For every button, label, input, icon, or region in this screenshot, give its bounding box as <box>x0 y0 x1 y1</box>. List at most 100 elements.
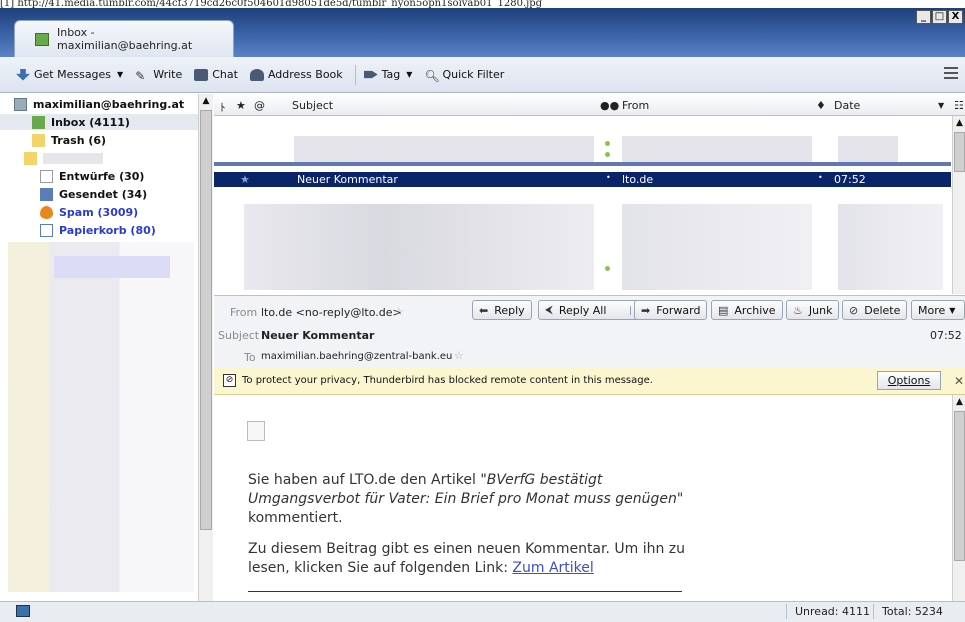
recycle-icon <box>40 224 53 237</box>
star-column-icon[interactable]: ★ <box>236 99 246 112</box>
inbox-icon <box>32 115 45 129</box>
blurred-folders <box>8 242 194 592</box>
thread-scrollbar[interactable]: ▲ <box>952 116 965 294</box>
tag-label: Tag <box>381 68 401 81</box>
get-messages-button[interactable]: Get Messages ▼ <box>16 68 123 81</box>
sort-arrow-icon[interactable]: ▼ <box>938 101 944 110</box>
close-icon[interactable]: ✕ <box>954 374 964 388</box>
attachment-column-icon[interactable]: @ <box>254 99 265 112</box>
to-value[interactable]: maximilian.baehring@zentral-bank.eu <box>261 351 452 362</box>
tab-inbox[interactable]: Inbox - maximilian@baehring.at <box>14 20 234 57</box>
junk-button[interactable]: ♨ Junk <box>786 300 840 320</box>
scroll-up-icon[interactable]: ▲ <box>953 395 965 409</box>
from-label: From <box>230 306 258 319</box>
star-icon[interactable]: ☆ <box>394 305 404 318</box>
delete-button[interactable]: ⊘ Delete <box>842 300 908 320</box>
tag-button[interactable]: Tag ▼ <box>363 68 412 81</box>
main-toolbar: Get Messages ▼ ✎ Write Chat Address Book T… <box>0 57 965 93</box>
scroll-up-icon[interactable]: ▲ <box>953 116 965 130</box>
chat-label: Chat <box>212 68 238 81</box>
body-scrollbar[interactable]: ▲ <box>952 395 965 601</box>
thread-toggle-icon[interactable]: ﾄ <box>220 99 226 115</box>
folder-account-label: maximilian@baehring.at <box>33 98 185 111</box>
archive-label: Archive <box>734 303 776 317</box>
status-bar: Unread: 4111 Total: 5234 <box>0 601 965 622</box>
table-row-selected[interactable]: ★ Neuer Kommentar • lto.de • 07:52 <box>214 172 951 187</box>
maximize-button[interactable]: □ <box>932 10 947 24</box>
folder-sent-label: Gesendet (34) <box>59 188 148 201</box>
forward-icon: ➡ <box>641 303 651 317</box>
column-from[interactable]: From <box>622 99 649 112</box>
notice-text: To protect your privacy, Thunderbird has… <box>242 375 653 386</box>
column-date[interactable]: Date <box>834 99 860 112</box>
write-button[interactable]: ✎ Write <box>135 68 183 83</box>
read-column-icon[interactable]: ●● <box>600 99 619 112</box>
scroll-thumb[interactable] <box>954 132 965 172</box>
reply-all-button[interactable]: ⮜Reply All▼ <box>538 300 648 320</box>
thread-column-header: ﾄ ★ @ Subject ●● From ♦ Date ▼ ☷ <box>214 96 965 116</box>
chat-button[interactable]: Chat <box>194 68 238 81</box>
folder-recycle[interactable]: Papierkorb (80) <box>40 224 156 237</box>
chat-icon <box>194 68 209 81</box>
blocked-content-icon: ⊘ <box>223 374 236 387</box>
read-dot-icon[interactable]: • <box>606 173 611 182</box>
archive-button[interactable]: ▤ Archive <box>711 300 783 320</box>
dropdown-arrow-icon: ▼ <box>117 70 124 79</box>
article-link[interactable]: Zum Artikel <box>512 560 593 576</box>
folder-trash[interactable]: Trash (6) <box>32 134 106 147</box>
drafts-icon <box>40 170 53 183</box>
blurred-folder-highlight <box>54 256 170 278</box>
junk-dot-icon[interactable]: • <box>818 173 823 182</box>
quick-filter-button[interactable]: 🔍︎ Quick Filter <box>424 68 504 83</box>
more-button[interactable]: More ▼ <box>911 300 965 320</box>
body-text: kommentiert. <box>248 510 343 526</box>
subject-label: Subject <box>218 329 260 342</box>
delete-icon: ⊘ <box>849 303 859 317</box>
folder-trash-label: Trash (6) <box>51 134 107 147</box>
column-picker-icon[interactable]: ☷ <box>954 99 964 112</box>
reply-label: Reply <box>494 303 525 317</box>
activity-icon[interactable] <box>16 605 30 617</box>
forward-button[interactable]: ➡ Forward <box>634 300 708 320</box>
write-label: Write <box>153 68 183 81</box>
menu-icon[interactable] <box>944 67 958 79</box>
column-subject[interactable]: Subject <box>292 99 333 112</box>
message-time: 07:52 <box>930 329 962 342</box>
star-icon[interactable]: ☆ <box>454 349 464 362</box>
delete-label: Delete <box>864 303 901 317</box>
subject-value: Neuer Kommentar <box>261 329 375 342</box>
reply-button[interactable]: ⬅ Reply <box>472 300 532 320</box>
reply-all-label: Reply All <box>558 303 607 317</box>
folder-icon <box>24 152 37 165</box>
remote-content-notice: ⊘ To protect your privacy, Thunderbird h… <box>214 368 965 395</box>
account-icon <box>14 98 27 111</box>
folder-scrollbar[interactable]: ▲ <box>198 94 213 601</box>
scroll-thumb[interactable] <box>200 110 212 530</box>
folder-drafts-label: Entwürfe (30) <box>59 170 145 183</box>
from-value[interactable]: lto.de <no-reply@lto.de> <box>261 306 402 319</box>
folder-sent[interactable]: Gesendet (34) <box>40 188 147 201</box>
star-icon[interactable]: ★ <box>240 173 250 186</box>
scroll-up-icon[interactable]: ▲ <box>199 94 213 108</box>
to-label: To <box>244 351 256 364</box>
divider <box>248 591 682 592</box>
row-date: 07:52 <box>834 173 866 186</box>
flame-icon <box>40 206 53 219</box>
close-button[interactable]: X <box>948 10 963 24</box>
scroll-thumb[interactable] <box>954 411 965 561</box>
body-paragraph-2: Zu diesem Beitrag gibt es einen neuen Ko… <box>248 540 698 578</box>
reply-icon: ⬅ <box>479 303 489 317</box>
folder-inbox[interactable]: Inbox (4111) <box>0 114 198 130</box>
folder-spam[interactable]: Spam (3009) <box>40 206 138 219</box>
pencil-icon: ✎ <box>135 68 146 83</box>
folder-drafts[interactable]: Entwürfe (30) <box>40 170 144 183</box>
contacts-icon <box>249 68 264 81</box>
junk-column-icon[interactable]: ♦ <box>816 99 826 112</box>
folder-account[interactable]: maximilian@baehring.at <box>14 98 184 111</box>
minimize-button[interactable]: _ <box>916 10 931 24</box>
row-subject: Neuer Kommentar <box>297 173 398 186</box>
options-button[interactable]: Options <box>877 371 941 390</box>
address-book-button[interactable]: Address Book <box>249 68 343 81</box>
folder-subaccount[interactable] <box>24 152 103 165</box>
folder-recycle-label: Papierkorb (80) <box>59 224 156 237</box>
